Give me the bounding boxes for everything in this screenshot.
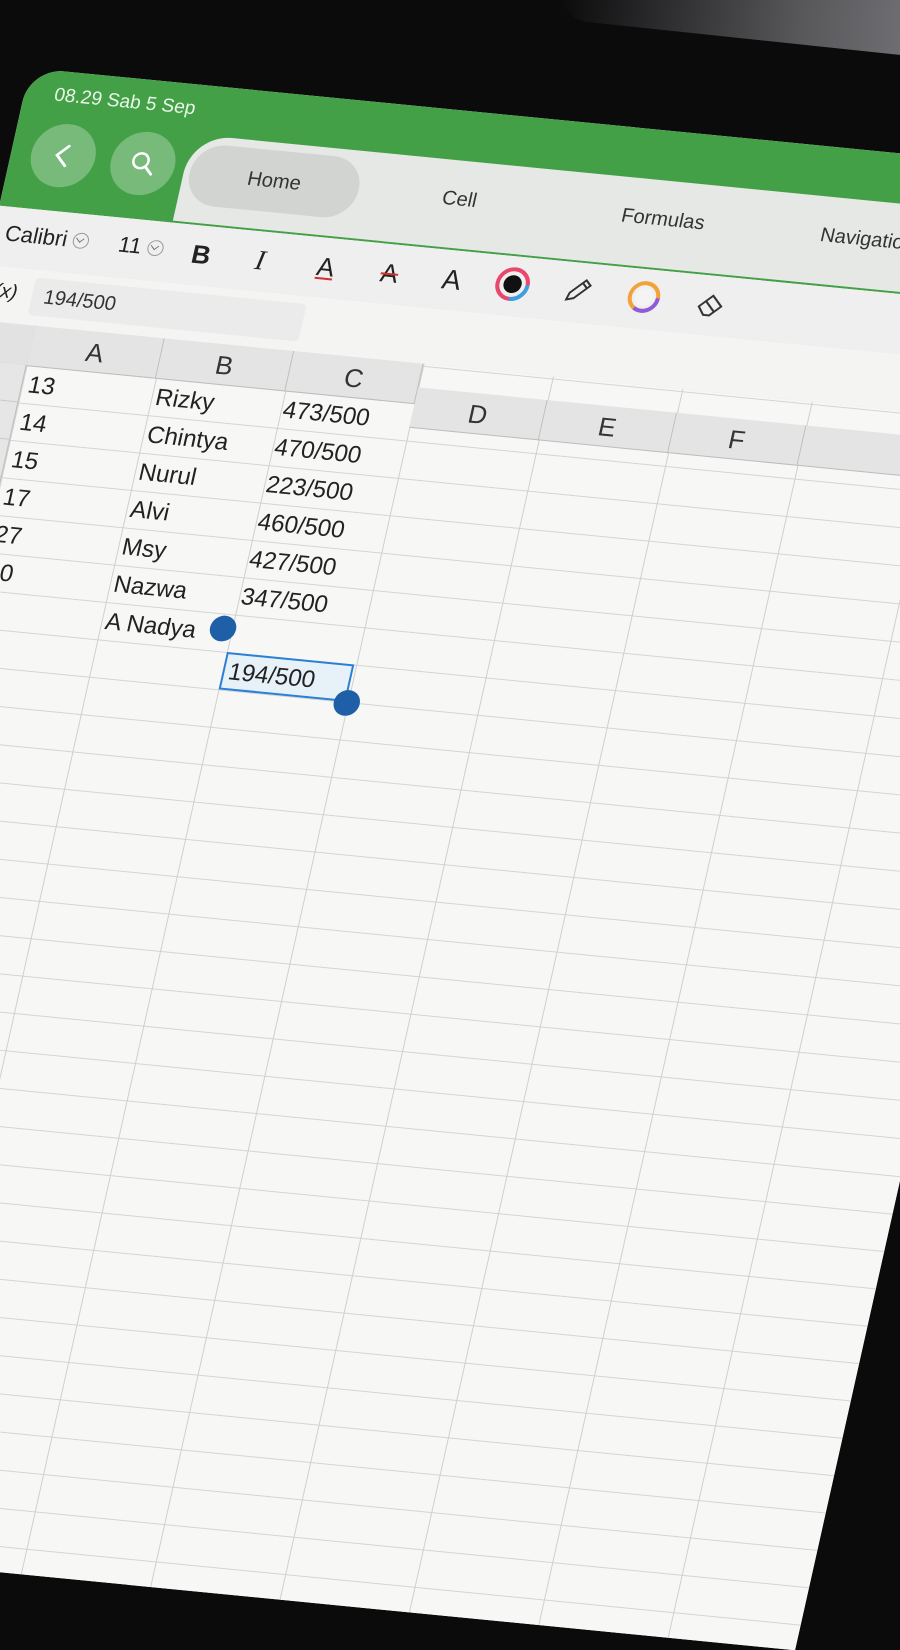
font-color-button[interactable]: [491, 265, 535, 304]
tab-home[interactable]: Home: [182, 142, 366, 221]
function-icon: f(x): [0, 279, 20, 304]
clear-format-button[interactable]: [690, 286, 731, 321]
search-button[interactable]: [104, 128, 182, 199]
column-header-f[interactable]: F: [668, 412, 807, 466]
back-button[interactable]: [24, 121, 103, 191]
column-header-g[interactable]: [797, 425, 900, 479]
spreadsheet-screen: 08.29 Sab 5 Sep Home Cell Formulas Navig…: [0, 68, 900, 1650]
chevron-left-icon: [55, 144, 71, 168]
status-time-date: 08.29 Sab 5 Sep: [52, 84, 198, 120]
column-header-e[interactable]: E: [538, 400, 678, 454]
eraser-icon: [697, 294, 723, 317]
chevron-down-icon: [145, 239, 166, 257]
color-wheel-icon: [627, 281, 661, 313]
pencil-icon: [564, 278, 592, 301]
row-header-2[interactable]: 2: [0, 396, 19, 440]
tab-navigation[interactable]: Navigation: [818, 224, 900, 256]
row-header-1[interactable]: 1: [0, 359, 27, 403]
italic-button[interactable]: I: [252, 245, 268, 277]
strikethrough-button[interactable]: A: [377, 257, 402, 289]
highlight-pen-button[interactable]: [559, 273, 598, 308]
selected-cell-c7[interactable]: 194/500: [218, 652, 355, 702]
font-size-selector[interactable]: 11: [116, 232, 166, 262]
search-icon: [132, 152, 153, 176]
spreadsheet-grid[interactable]: A B C D E F 1 2 3 4 13 Rizky 473/500 14 …: [0, 319, 900, 1650]
bold-button[interactable]: B: [188, 239, 214, 271]
fill-color-button[interactable]: [622, 278, 666, 317]
tab-cell[interactable]: Cell: [440, 187, 479, 213]
underline-button[interactable]: A: [314, 251, 338, 283]
chevron-down-icon: [71, 232, 91, 250]
text-format-button[interactable]: A: [439, 264, 464, 297]
tab-formulas[interactable]: Formulas: [619, 205, 707, 236]
device-bezel-glare: [557, 0, 900, 61]
font-name-selector[interactable]: Calibri: [2, 221, 92, 255]
color-wheel-black-icon: [495, 267, 530, 301]
column-header-d[interactable]: D: [409, 387, 548, 441]
